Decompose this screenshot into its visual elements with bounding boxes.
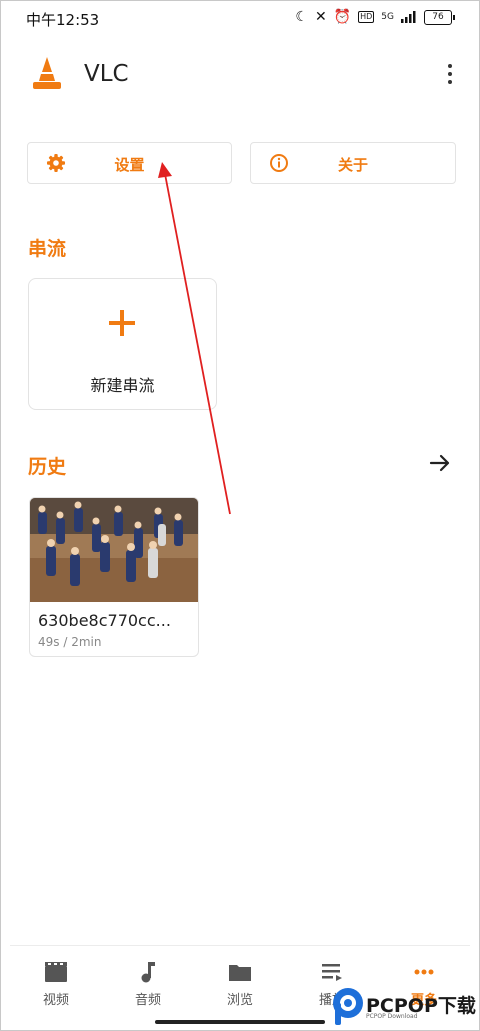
- nav-browse[interactable]: 浏览: [194, 946, 286, 1012]
- nav-video[interactable]: 视频: [10, 946, 102, 1012]
- watermark-logo: [333, 988, 363, 1025]
- annotation-arrow: [158, 162, 231, 515]
- nav-audio-label: 音频: [134, 993, 161, 1008]
- music-note-icon: [141, 962, 155, 983]
- home-indicator[interactable]: [155, 1020, 325, 1024]
- watermark: PCPOP下载 PCPOP Download: [332, 985, 478, 1029]
- more-horizontal-icon: [414, 969, 434, 975]
- nav-video-label: 视频: [42, 993, 69, 1008]
- video-icon: [45, 962, 67, 982]
- folder-icon: [229, 965, 251, 981]
- playlist-icon: [322, 964, 342, 981]
- nav-browse-label: 浏览: [226, 993, 253, 1008]
- nav-audio[interactable]: 音频: [102, 946, 194, 1012]
- watermark-subtext: PCPOP Download: [366, 1013, 418, 1020]
